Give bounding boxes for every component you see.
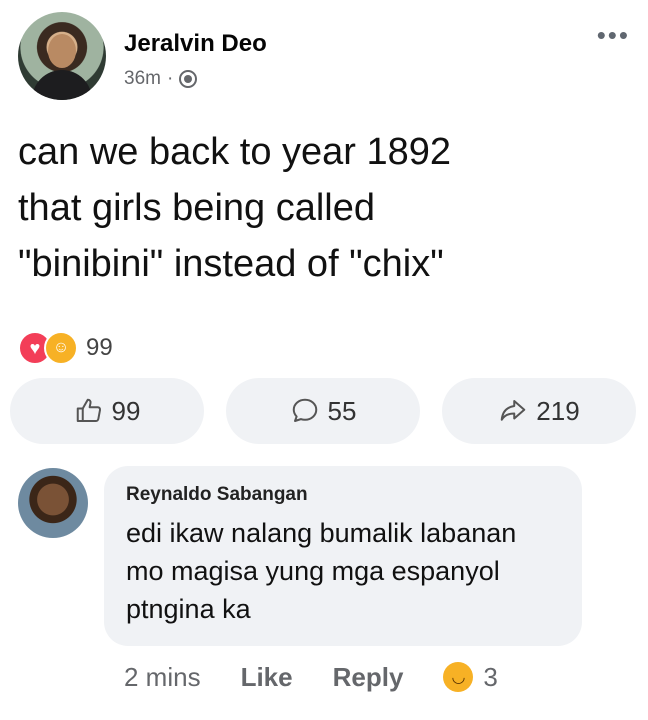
- haha-icon: ◡: [443, 662, 474, 692]
- comment-bubble: Reynaldo Sabangan edi ikaw nalang bumali…: [104, 466, 582, 646]
- care-icon: ☺: [44, 331, 78, 365]
- comment-count: 55: [327, 395, 357, 426]
- meta-separator: ·: [166, 68, 174, 89]
- avatar-shirt: [32, 70, 92, 100]
- author-avatar[interactable]: [18, 12, 106, 100]
- globe-icon: [179, 70, 198, 88]
- comment-button[interactable]: 55: [226, 378, 420, 444]
- thumbs-up-icon: [76, 398, 101, 422]
- post-header: Jeralvin Deo 36m · •••: [18, 12, 630, 108]
- comment-text: edi ikaw nalang bumalik labanan mo magis…: [126, 518, 517, 624]
- share-count: 219: [536, 395, 580, 426]
- comment-like-button[interactable]: Like: [241, 662, 293, 693]
- comment-time[interactable]: 2 mins: [124, 662, 201, 693]
- more-options-icon[interactable]: •••: [597, 22, 630, 48]
- reaction-summary[interactable]: ♥ ☺ 99: [18, 330, 113, 366]
- post-author-name[interactable]: Jeralvin Deo: [124, 30, 267, 58]
- reaction-count: 99: [86, 334, 113, 361]
- comment-bubble-icon: [292, 398, 317, 422]
- share-arrow-icon: [501, 400, 526, 421]
- comment-author-name[interactable]: Reynaldo Sabangan: [126, 484, 308, 506]
- post-text: can we back to year 1892 that girls bein…: [18, 131, 452, 285]
- like-count: 99: [111, 395, 141, 426]
- comment-reactions[interactable]: ◡ 3: [443, 661, 498, 693]
- comment-footer: 2 mins Like Reply ◡ 3: [124, 662, 498, 692]
- post-time[interactable]: 36m: [124, 68, 161, 90]
- comment-reaction-count: 3: [483, 661, 498, 692]
- post-meta: 36m ·: [124, 68, 198, 90]
- commenter-avatar[interactable]: [18, 468, 88, 538]
- comment-reply-button[interactable]: Reply: [333, 662, 404, 693]
- post-actions: 99 55 219: [10, 378, 636, 444]
- avatar-face: [48, 34, 76, 68]
- like-button[interactable]: 99: [10, 378, 204, 444]
- share-button[interactable]: 219: [442, 378, 636, 444]
